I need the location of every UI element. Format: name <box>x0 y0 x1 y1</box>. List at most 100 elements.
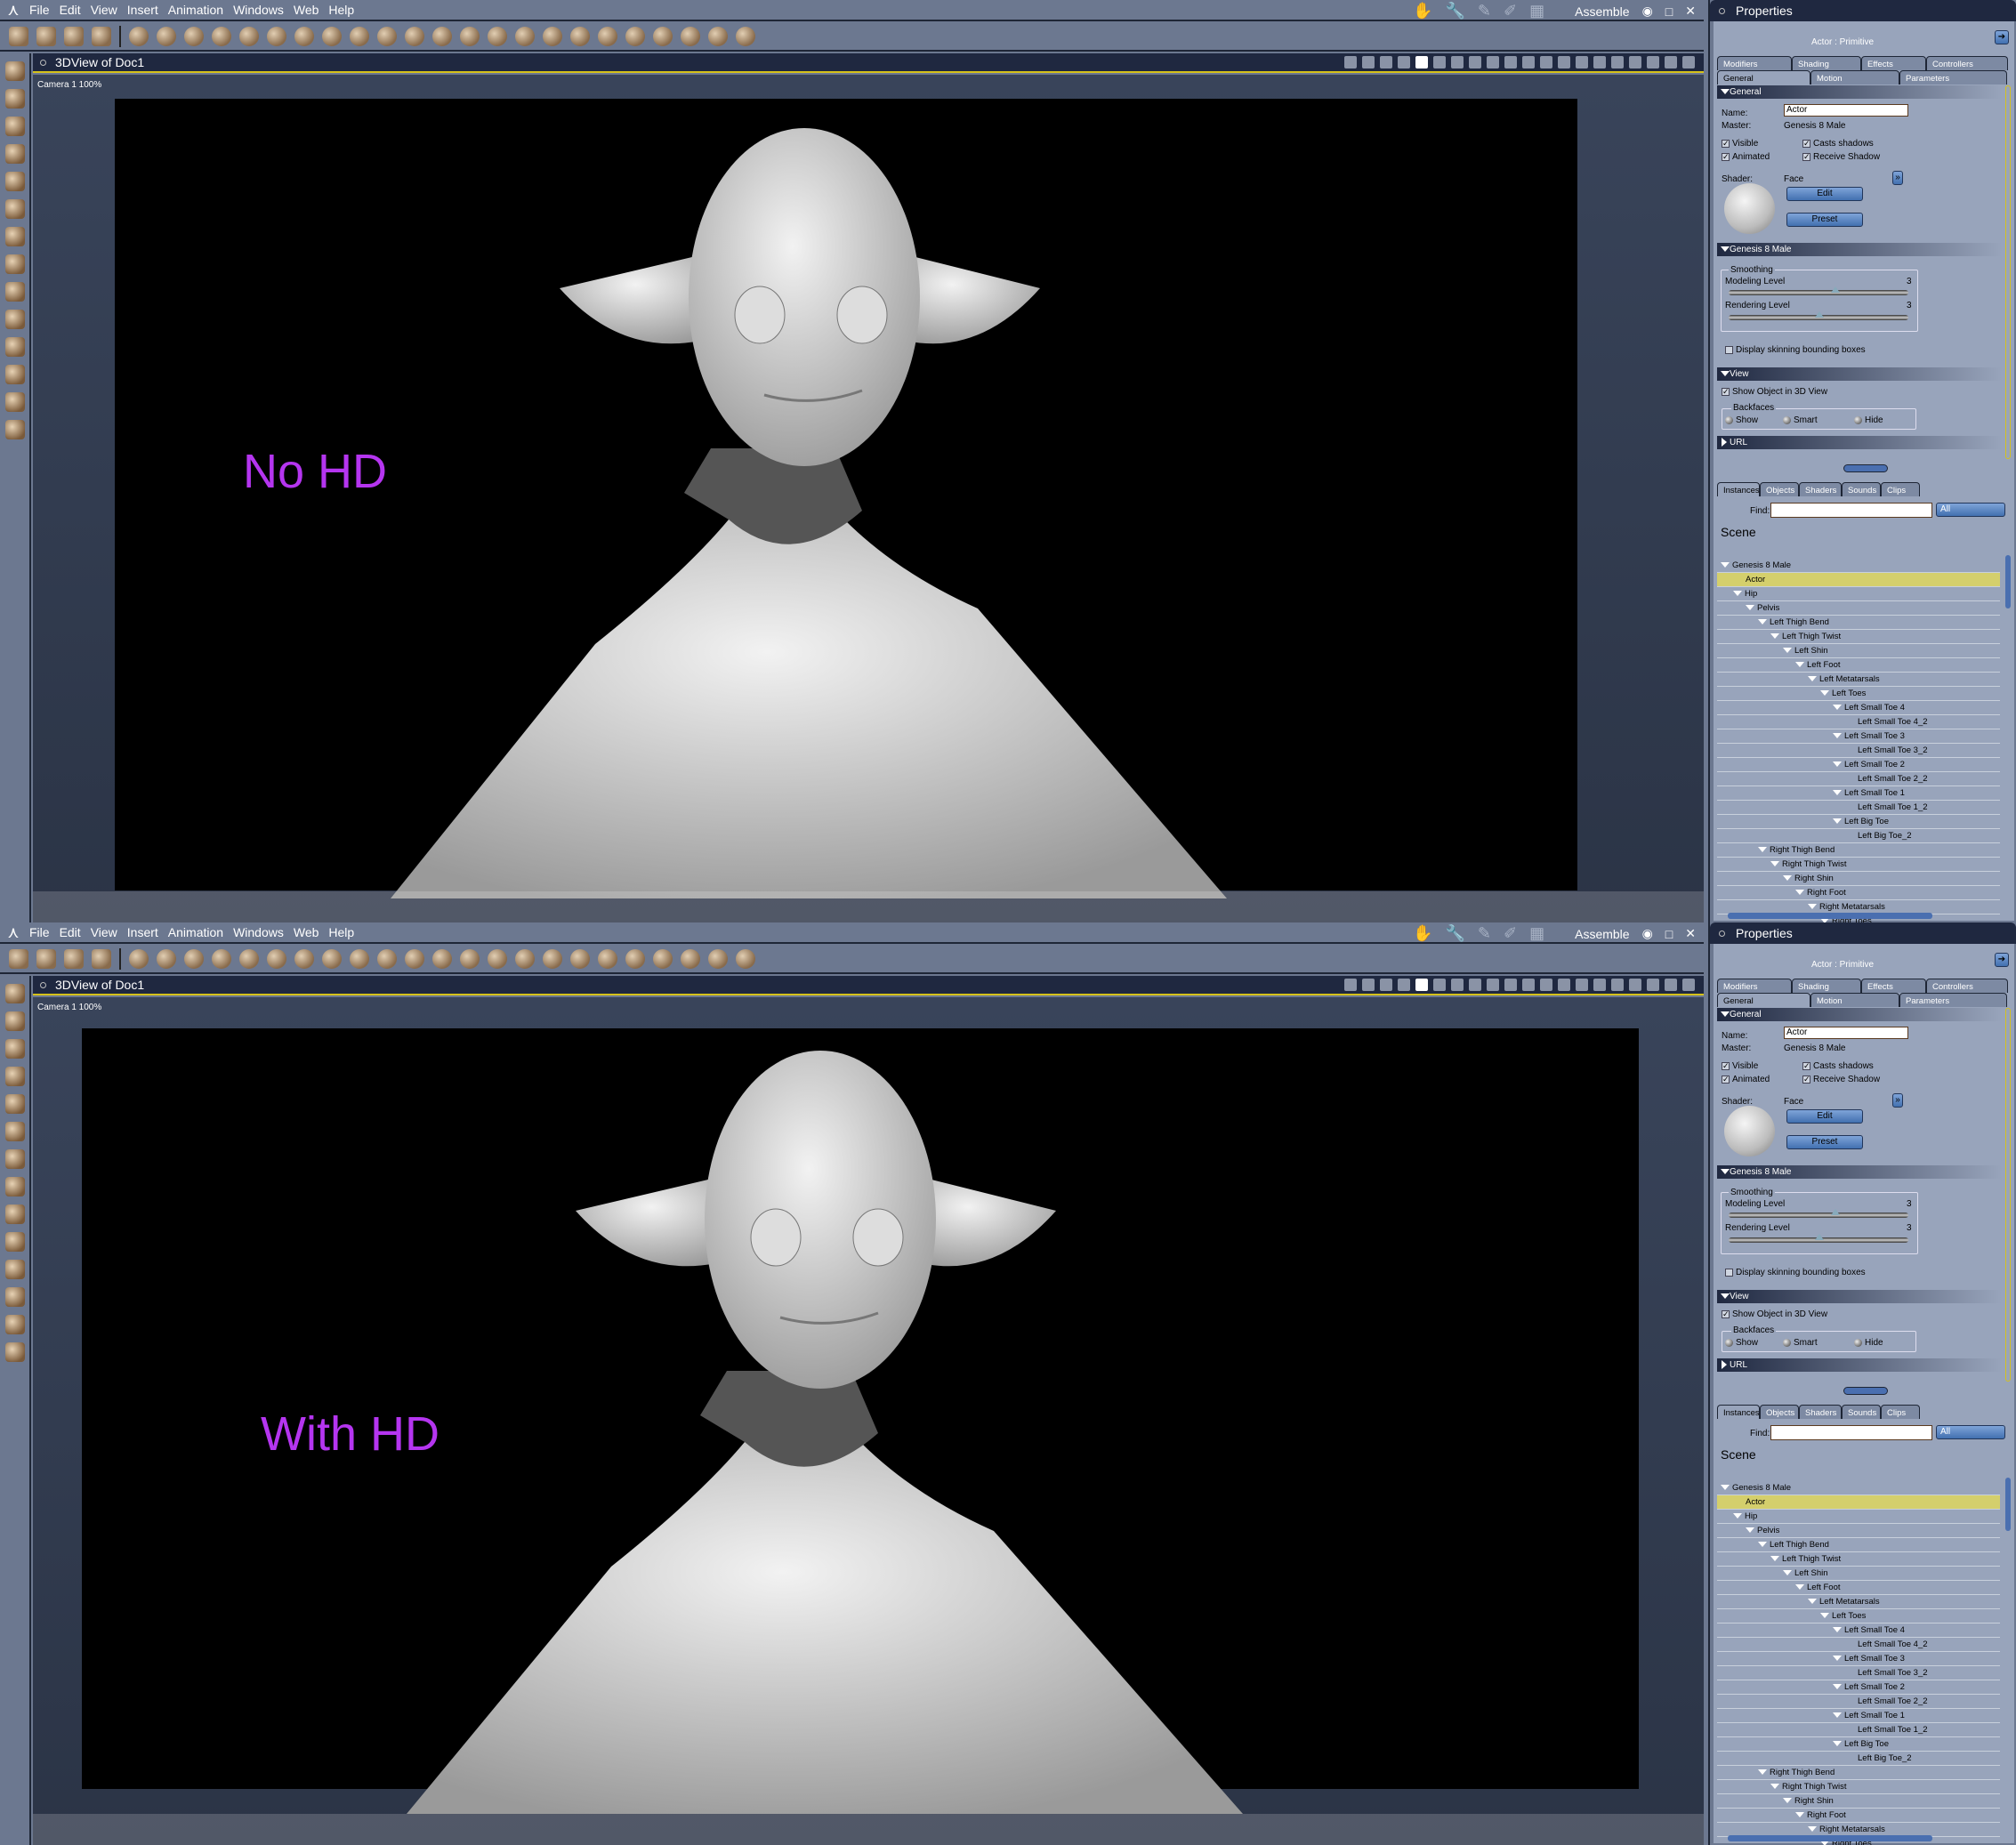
tree-item[interactable]: Right Thigh Bend <box>1717 843 2000 858</box>
camera-tool-icon[interactable] <box>5 1287 25 1307</box>
terrain-icon[interactable] <box>322 949 342 969</box>
hand-tool-icon[interactable] <box>36 949 56 969</box>
checkbox-checked-icon[interactable]: ✓ <box>1802 1061 1810 1070</box>
grass-icon[interactable] <box>460 27 480 46</box>
tab-general[interactable]: General <box>1717 993 1810 1007</box>
torch-icon[interactable] <box>625 27 645 46</box>
goblet-icon[interactable] <box>157 27 176 46</box>
twist-tool-icon[interactable] <box>5 1067 25 1086</box>
expand-triangle-icon[interactable] <box>1833 818 1842 825</box>
fruit-icon[interactable] <box>432 27 452 46</box>
view-control-icon[interactable] <box>1665 56 1677 68</box>
close-icon[interactable]: ✕ <box>1685 4 1696 19</box>
view-control-icon[interactable] <box>1380 979 1392 991</box>
shader-dropdown-button[interactable]: » <box>1892 1093 1903 1108</box>
tree-item[interactable]: Right Foot <box>1717 1809 2000 1823</box>
target-icon[interactable] <box>708 949 728 969</box>
paint-tool-icon[interactable] <box>92 27 111 46</box>
menu-windows[interactable]: Windows <box>233 925 284 939</box>
view-control-icon[interactable] <box>1540 979 1552 991</box>
checkbox-checked-icon[interactable]: ✓ <box>1722 1061 1730 1070</box>
menu-animation[interactable]: Animation <box>168 925 223 939</box>
view-control-icon[interactable] <box>1682 979 1695 991</box>
tree-item[interactable]: Left Toes <box>1717 687 2000 701</box>
tab-effects[interactable]: Effects <box>1861 56 1926 70</box>
capsule-icon[interactable] <box>543 27 562 46</box>
tree-item[interactable]: Left Metatarsals <box>1717 1595 2000 1609</box>
pan-tool-icon[interactable] <box>5 392 25 412</box>
hand-room-icon[interactable]: ✋ <box>1413 2 1432 20</box>
select-tool-icon[interactable] <box>9 27 28 46</box>
pan-tool-icon[interactable] <box>5 1315 25 1334</box>
radio-show[interactable]: Show <box>1725 415 1758 425</box>
figure-icon[interactable] <box>212 949 231 969</box>
tree-item[interactable]: Pelvis <box>1717 601 2000 616</box>
panel-splitter-handle[interactable] <box>1843 464 1888 472</box>
view-control-icon[interactable] <box>1611 56 1624 68</box>
menu-windows[interactable]: Windows <box>233 3 284 17</box>
view-control-icon[interactable] <box>1487 56 1499 68</box>
bowl-icon[interactable] <box>570 27 590 46</box>
view-control-icon[interactable] <box>1647 979 1659 991</box>
section-url[interactable]: URL <box>1717 436 2002 449</box>
text-icon[interactable] <box>267 27 286 46</box>
expand-triangle-icon[interactable] <box>1733 1513 1742 1519</box>
sphere-icon[interactable] <box>129 949 149 969</box>
panel-splitter-handle[interactable] <box>1843 1387 1888 1395</box>
expand-triangle-icon[interactable] <box>1820 690 1829 697</box>
menu-help[interactable]: Help <box>328 925 354 939</box>
cloud-icon[interactable] <box>377 27 397 46</box>
view-control-icon[interactable] <box>1469 979 1481 991</box>
name-input[interactable]: Actor <box>1784 104 1908 117</box>
view-control-icon[interactable] <box>1629 979 1641 991</box>
rotate-tool-icon[interactable] <box>5 1039 25 1059</box>
radio-icon[interactable] <box>1854 1338 1862 1347</box>
globe-icon[interactable] <box>184 27 204 46</box>
globe-icon[interactable] <box>184 949 204 969</box>
tree-item[interactable]: Left Small Toe 2 <box>1717 1680 2000 1695</box>
expand-triangle-icon[interactable] <box>1783 648 1792 654</box>
expand-triangle-icon[interactable] <box>1833 1684 1842 1690</box>
3d-viewport[interactable]: Camera 1 100% No HD <box>33 75 1704 922</box>
view-control-icon[interactable] <box>1451 979 1464 991</box>
move-tool-icon[interactable] <box>5 1149 25 1169</box>
view-control-icon[interactable] <box>1576 979 1588 991</box>
figure-icon[interactable] <box>212 27 231 46</box>
tree-item[interactable]: Left Big Toe_2 <box>1717 1752 2000 1766</box>
tree-scrollbar[interactable] <box>2005 1478 2011 1531</box>
tree-item[interactable]: Left Metatarsals <box>1717 673 2000 687</box>
house-icon[interactable] <box>515 949 535 969</box>
filter-dropdown[interactable]: All <box>1936 503 2005 517</box>
tree-item[interactable]: Right Thigh Twist <box>1717 858 2000 872</box>
agr-icon[interactable] <box>488 27 507 46</box>
twist-tool-icon[interactable] <box>5 144 25 164</box>
tab-clips[interactable]: Clips <box>1881 482 1920 496</box>
preset-button[interactable]: Preset <box>1786 213 1863 227</box>
3d-viewport[interactable]: Camera 1 100% With HD <box>33 997 1704 1845</box>
tab-parameters[interactable]: Parameters <box>1899 70 2007 85</box>
tree-item[interactable]: Left Small Toe 2 <box>1717 758 2000 772</box>
section-general[interactable]: General <box>1717 1008 2002 1021</box>
tree-scrollbar[interactable] <box>2005 555 2011 608</box>
panel-menu-icon[interactable] <box>1719 930 1725 937</box>
checkbox-checked-icon[interactable]: ✓ <box>1802 1075 1810 1084</box>
expand-triangle-icon[interactable] <box>1770 1784 1779 1790</box>
section-genesis-8-male[interactable]: Genesis 8 Male <box>1717 243 2002 256</box>
checkbox-visible[interactable]: ✓ Visible <box>1722 1061 1758 1071</box>
tab-objects[interactable]: Objects <box>1760 482 1799 496</box>
view-control-icon[interactable] <box>1380 56 1392 68</box>
capsule-icon[interactable] <box>543 949 562 969</box>
ring-icon[interactable] <box>239 27 259 46</box>
taper-tool-icon[interactable] <box>5 199 25 219</box>
view-control-icon[interactable] <box>1469 56 1481 68</box>
tree-item[interactable]: Left Foot <box>1717 1581 2000 1595</box>
expand-triangle-icon[interactable] <box>1746 1527 1754 1534</box>
find-input[interactable] <box>1770 503 1932 518</box>
tree-icon[interactable] <box>350 949 369 969</box>
hand-tool-icon[interactable] <box>36 27 56 46</box>
view-control-icon[interactable] <box>1504 979 1517 991</box>
tree-item[interactable]: Left Small Toe 4 <box>1717 701 2000 715</box>
find-input[interactable] <box>1770 1425 1932 1440</box>
expand-triangle-icon[interactable] <box>1808 676 1817 682</box>
menu-view[interactable]: View <box>91 925 117 939</box>
